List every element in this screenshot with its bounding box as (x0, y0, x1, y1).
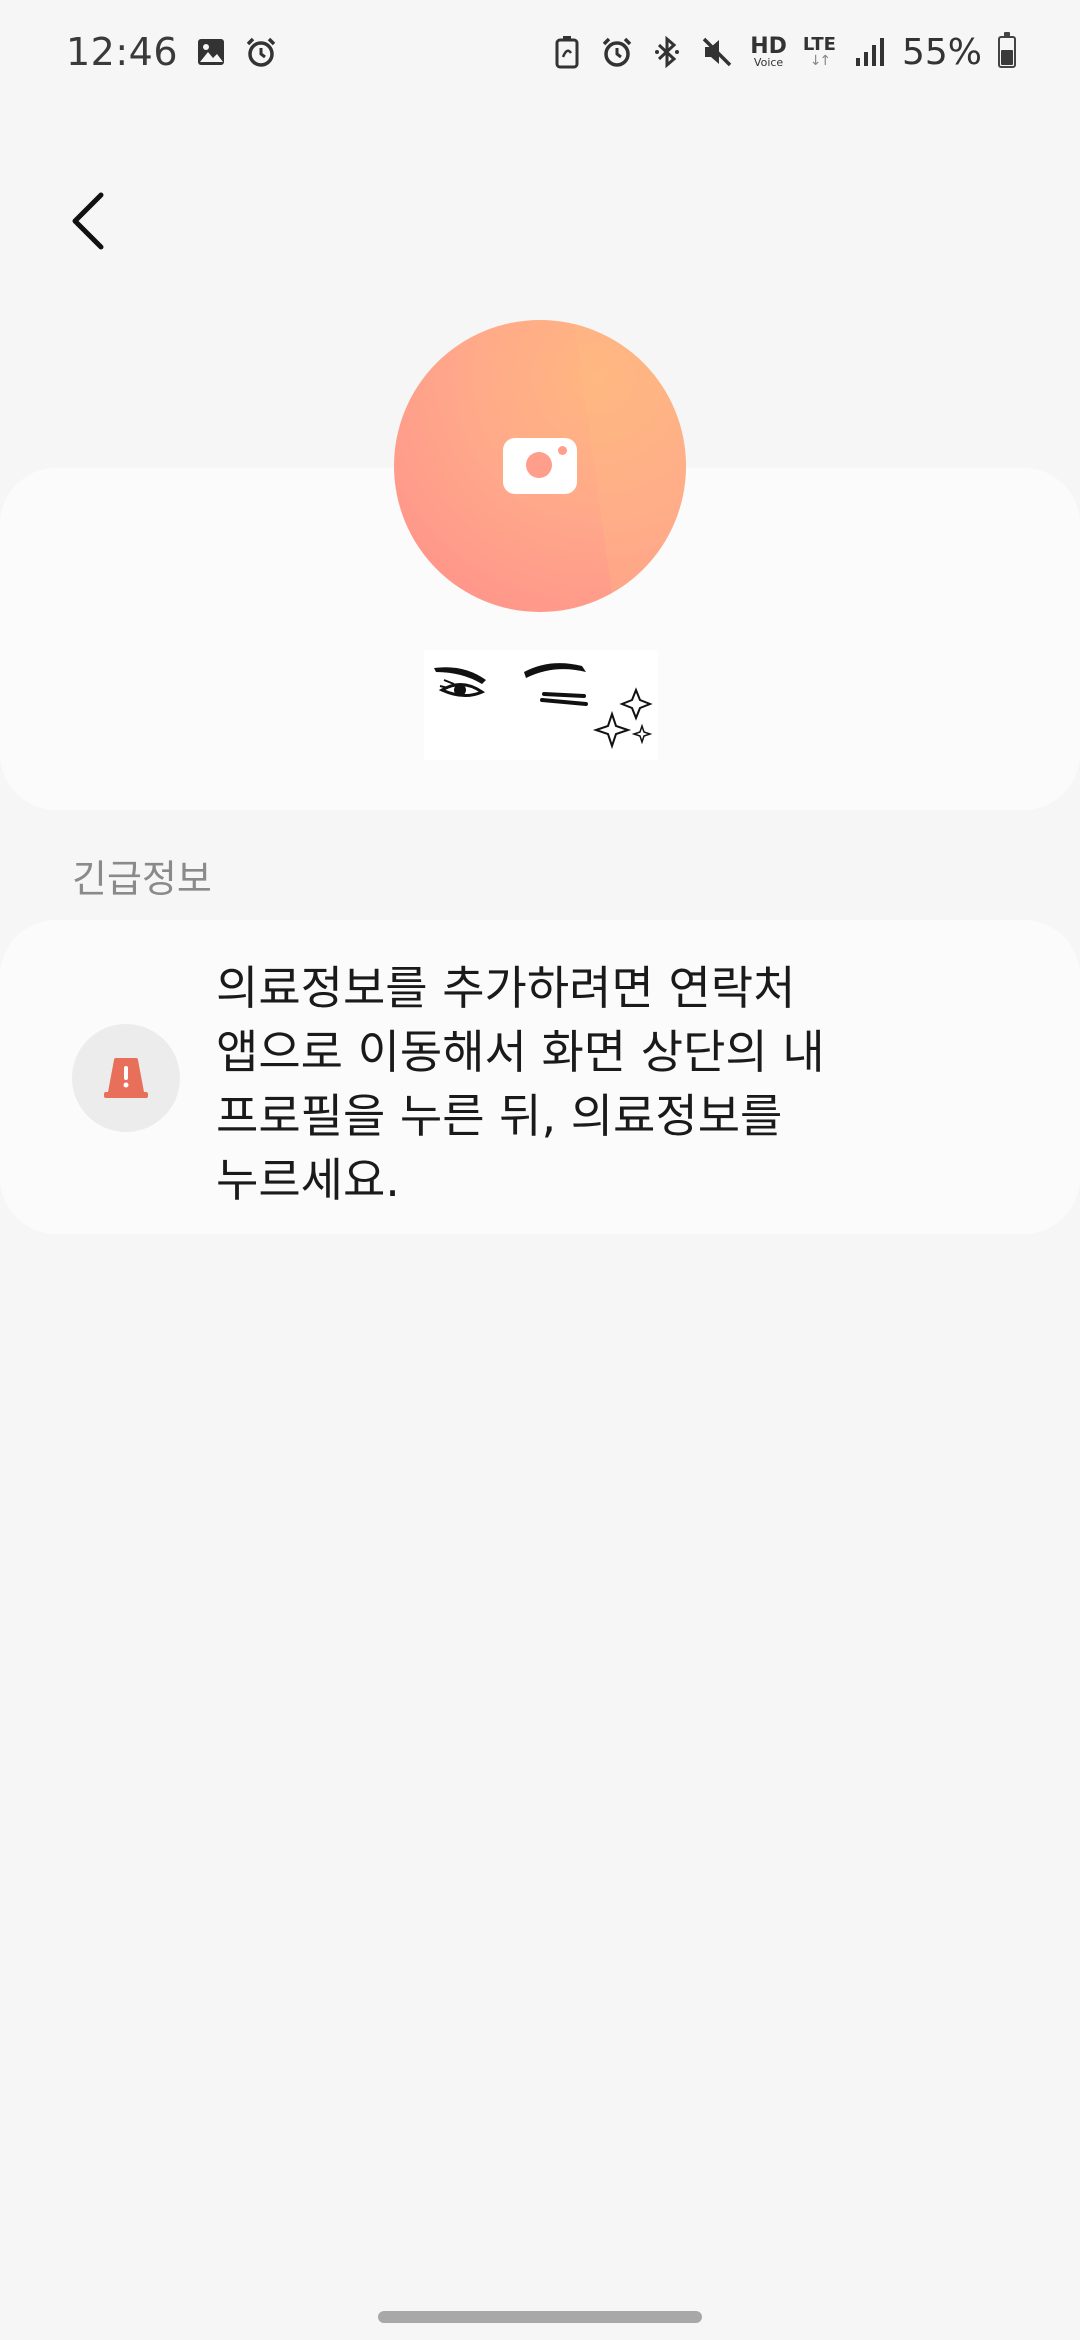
mute-icon (700, 32, 734, 72)
left-eyebrow-icon (434, 667, 486, 684)
alarm-icon (244, 32, 278, 72)
gesture-navigation-bar[interactable] (378, 2311, 702, 2323)
lte-arrows: ↓↑ (809, 53, 832, 69)
emergency-info-message: 의료정보를 추가하려면 연락처 앱으로 이동해서 화면 상단의 내 프로필을 누… (216, 961, 825, 1207)
status-left: 12:46 (66, 30, 278, 74)
hd-label: HD (750, 34, 787, 59)
alarm-icon (600, 32, 634, 72)
emergency-info-card[interactable]: 의료정보를 추가하려면 연락처 앱으로 이동해서 화면 상단의 내 프로필을 누… (0, 920, 1080, 1234)
profile-avatar[interactable] (394, 320, 686, 612)
hd-sub-label: Voice (753, 56, 784, 69)
bluetooth-icon (650, 32, 684, 72)
battery-fill (1001, 49, 1013, 65)
chevron-left-icon (72, 192, 104, 250)
sparkle-icon (619, 687, 653, 721)
signal-icon (852, 32, 886, 72)
image-icon (194, 32, 228, 72)
right-eyebrow-icon (524, 663, 586, 678)
profile-name-image[interactable] (424, 650, 658, 760)
battery-icon (998, 32, 1016, 68)
camera-icon (503, 438, 577, 494)
lte-icon: LTE ↓↑ (802, 34, 836, 69)
lte-label: LTE (802, 34, 836, 55)
alert-cone-icon (104, 1058, 148, 1098)
emergency-info-screen: 12:46 HD Voice LTE ↓↑ 55% 긴급정보 의료정보를 추가하… (0, 0, 1080, 2340)
status-right: HD Voice LTE ↓↑ 55% (550, 32, 1016, 73)
battery-percent: 55% (901, 31, 982, 73)
right-eye-icon (540, 692, 588, 706)
back-button[interactable] (56, 186, 120, 256)
section-header-emergency: 긴급정보 (72, 857, 212, 901)
hd-voice-icon: HD Voice (750, 34, 787, 69)
status-bar: 12:46 HD Voice LTE ↓↑ 55% (0, 0, 1080, 104)
alert-icon-circle (72, 1024, 180, 1132)
battery-saver-icon (550, 32, 584, 72)
status-time: 12:46 (66, 30, 179, 74)
